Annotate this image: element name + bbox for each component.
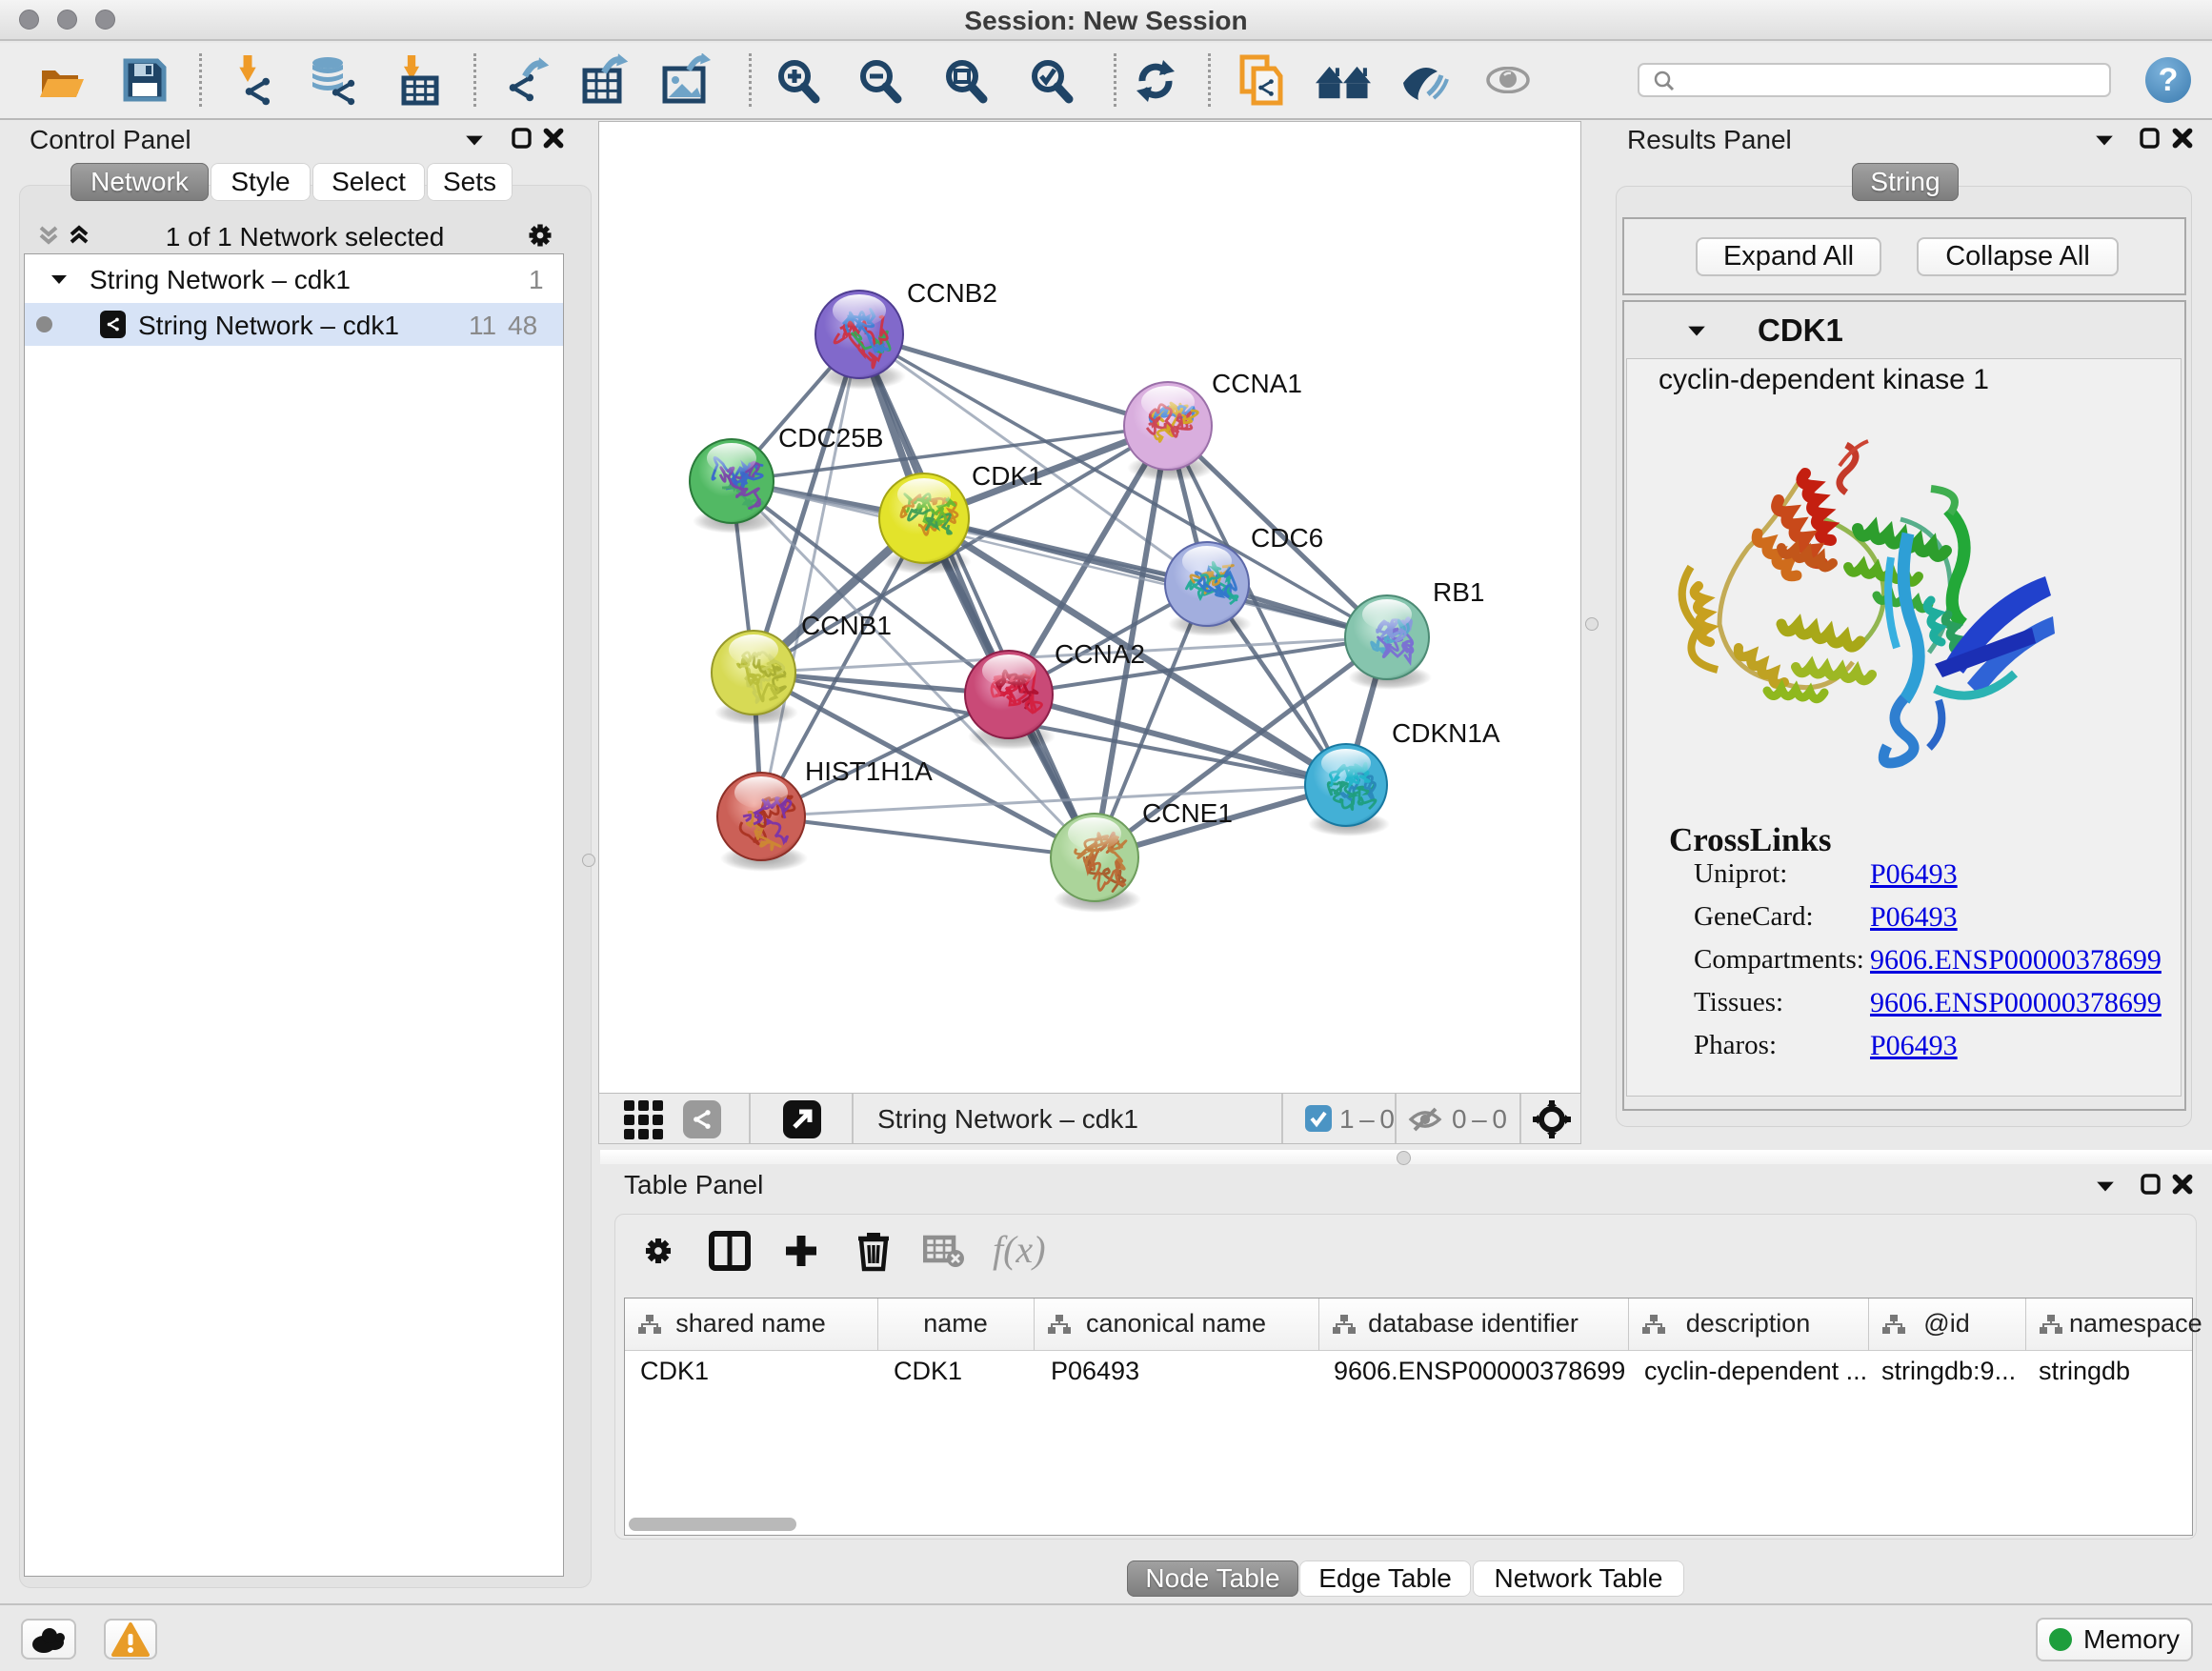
svg-text:CCNA1: CCNA1	[1212, 369, 1302, 398]
svg-text:?: ?	[2159, 62, 2179, 98]
svg-text:CCNE1: CCNE1	[1142, 798, 1233, 828]
svg-text:RB1: RB1	[1433, 577, 1484, 607]
svg-text:CDKN1A: CDKN1A	[1392, 718, 1500, 748]
svg-text:CDC6: CDC6	[1251, 523, 1323, 553]
svg-text:CCNA2: CCNA2	[1055, 639, 1145, 669]
svg-text:CDC25B: CDC25B	[778, 423, 883, 453]
svg-text:CCNB1: CCNB1	[801, 611, 892, 640]
svg-text:CCNB2: CCNB2	[907, 278, 997, 308]
svg-text:CDK1: CDK1	[972, 461, 1043, 491]
svg-text:HIST1H1A: HIST1H1A	[805, 756, 933, 786]
